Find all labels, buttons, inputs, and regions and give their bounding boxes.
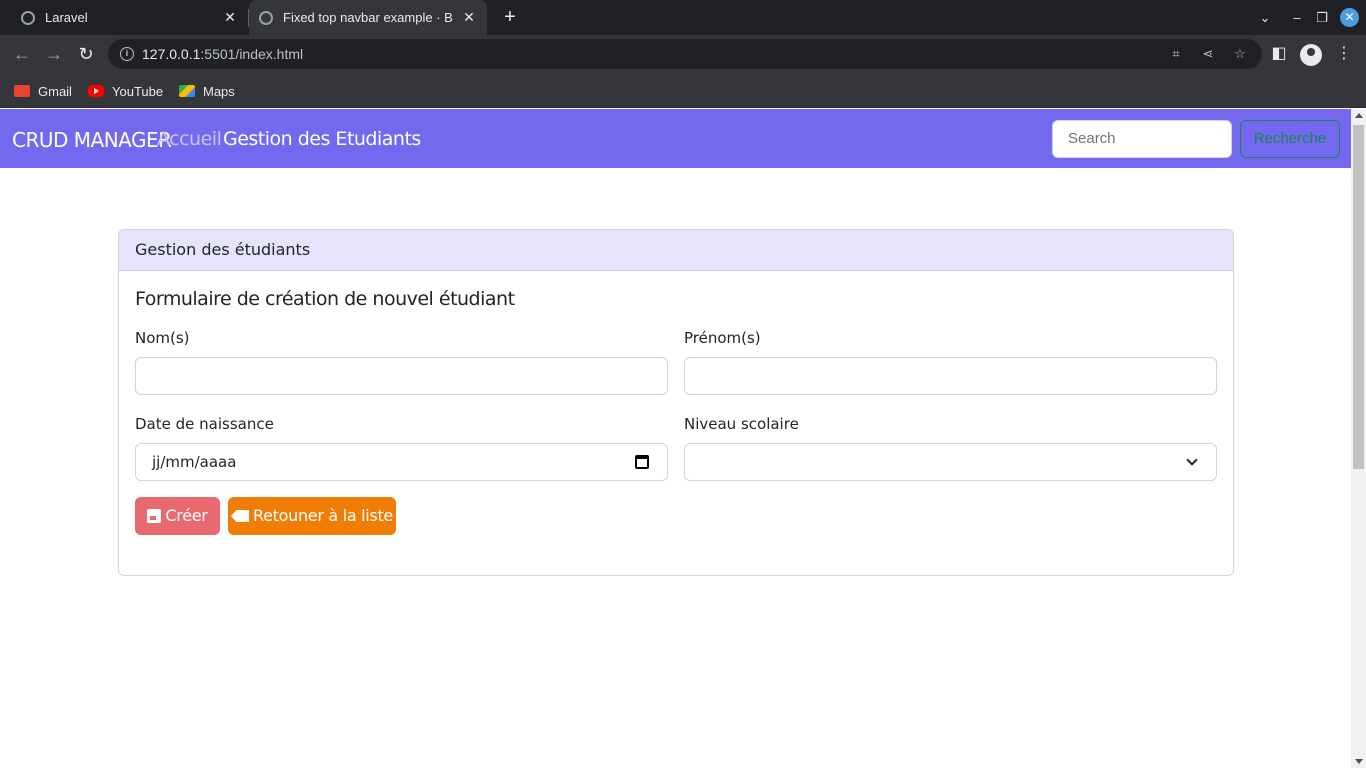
date-placeholder: jj/mm/aaaa [152,453,237,471]
scroll-up-icon[interactable] [1355,113,1363,118]
browser-tab-active[interactable]: Fixed top navbar example · B ✕ [249,0,487,35]
backspace-icon [231,510,250,522]
bookmark-label: Gmail [38,83,72,99]
youtube-icon [88,85,104,97]
url-text: 127.0.0.1:5501/index.html [142,46,304,62]
translate-icon[interactable]: ⌗ [1168,46,1184,62]
tab-title: Laravel [45,10,88,25]
prenom-input[interactable] [684,357,1217,395]
tab-title: Fixed top navbar example · B [283,10,453,25]
bookmark-gmail[interactable]: Gmail [14,82,72,100]
close-window-icon[interactable]: ✕ [1340,8,1359,27]
chevron-down-icon [1186,454,1198,466]
address-bar[interactable]: i 127.0.0.1:5501/index.html ⌗ ⋖ ☆ [108,39,1262,69]
scroll-thumb[interactable] [1353,125,1364,469]
navbar-brand[interactable]: CRUD MANAGER [12,128,172,152]
browser-tab-bar: Laravel ✕ Fixed top navbar example · B ✕… [0,0,1366,35]
niveau-scolaire-label: Niveau scolaire [684,415,799,433]
bookmark-label: YouTube [112,83,164,99]
nom-input[interactable] [135,357,668,395]
niveau-scolaire-select[interactable] [684,443,1217,481]
nom-label: Nom(s) [135,329,190,347]
page-content: CRUD MANAGER Accueil Gestion des Etudian… [0,109,1366,768]
maps-icon [179,85,195,97]
minimize-icon[interactable]: – [1288,8,1306,28]
nav-link-gestion-etudiants[interactable]: Gestion des Etudiants [223,128,421,150]
bookmarks-bar: Gmail YouTube Maps [0,73,1366,108]
star-icon[interactable]: ☆ [1232,46,1248,62]
date-naissance-label: Date de naissance [135,415,274,433]
search-input[interactable]: Search [1052,120,1232,158]
date-naissance-input[interactable]: jj/mm/aaaa [135,443,668,481]
side-panel-icon[interactable]: ◧ [1268,43,1290,65]
page-scrollbar[interactable] [1351,109,1366,768]
info-icon[interactable]: i [120,47,134,61]
restore-icon[interactable]: ❐ [1313,8,1331,28]
nav-link-accueil[interactable]: Accueil [157,128,222,150]
browser-tab-laravel[interactable]: Laravel ✕ [0,0,248,35]
close-icon[interactable]: ✕ [461,9,477,25]
create-button-label: Créer [165,506,208,525]
share-icon[interactable]: ⋖ [1200,46,1216,62]
close-icon[interactable]: ✕ [222,9,238,25]
forward-arrow-icon[interactable]: → [43,43,65,65]
back-arrow-icon[interactable]: ← [11,43,33,65]
browser-toolbar: ← → ↻ i 127.0.0.1:5501/index.html ⌗ ⋖ ☆ … [0,35,1366,73]
globe-icon [21,10,35,25]
save-icon [147,509,162,523]
globe-icon [259,10,273,25]
reload-icon[interactable]: ↻ [75,43,97,65]
scroll-down-icon[interactable] [1355,759,1363,764]
form-title: Formulaire de création de nouvel étudian… [135,288,515,310]
bookmark-label: Maps [203,83,235,99]
back-to-list-button[interactable]: Retouner à la liste [228,497,396,535]
profile-avatar-icon[interactable] [1300,44,1322,66]
new-tab-icon[interactable]: + [500,7,520,27]
create-button[interactable]: Créer [135,497,220,535]
back-button-label: Retouner à la liste [253,506,393,525]
calendar-icon[interactable] [635,455,649,469]
bookmark-youtube[interactable]: YouTube [88,82,163,100]
top-navbar: CRUD MANAGER Accueil Gestion des Etudian… [0,109,1351,168]
bookmark-maps[interactable]: Maps [179,82,235,100]
tab-search-icon[interactable]: ⌄ [1256,8,1274,28]
gmail-icon [14,85,30,97]
student-form-card: Gestion des étudiants Formulaire de créa… [118,229,1234,576]
search-button[interactable]: Recherche [1240,120,1340,158]
card-header: Gestion des étudiants [119,230,1233,271]
menu-kebab-icon[interactable]: ⋮ [1333,43,1355,65]
prenom-label: Prénom(s) [684,329,761,347]
